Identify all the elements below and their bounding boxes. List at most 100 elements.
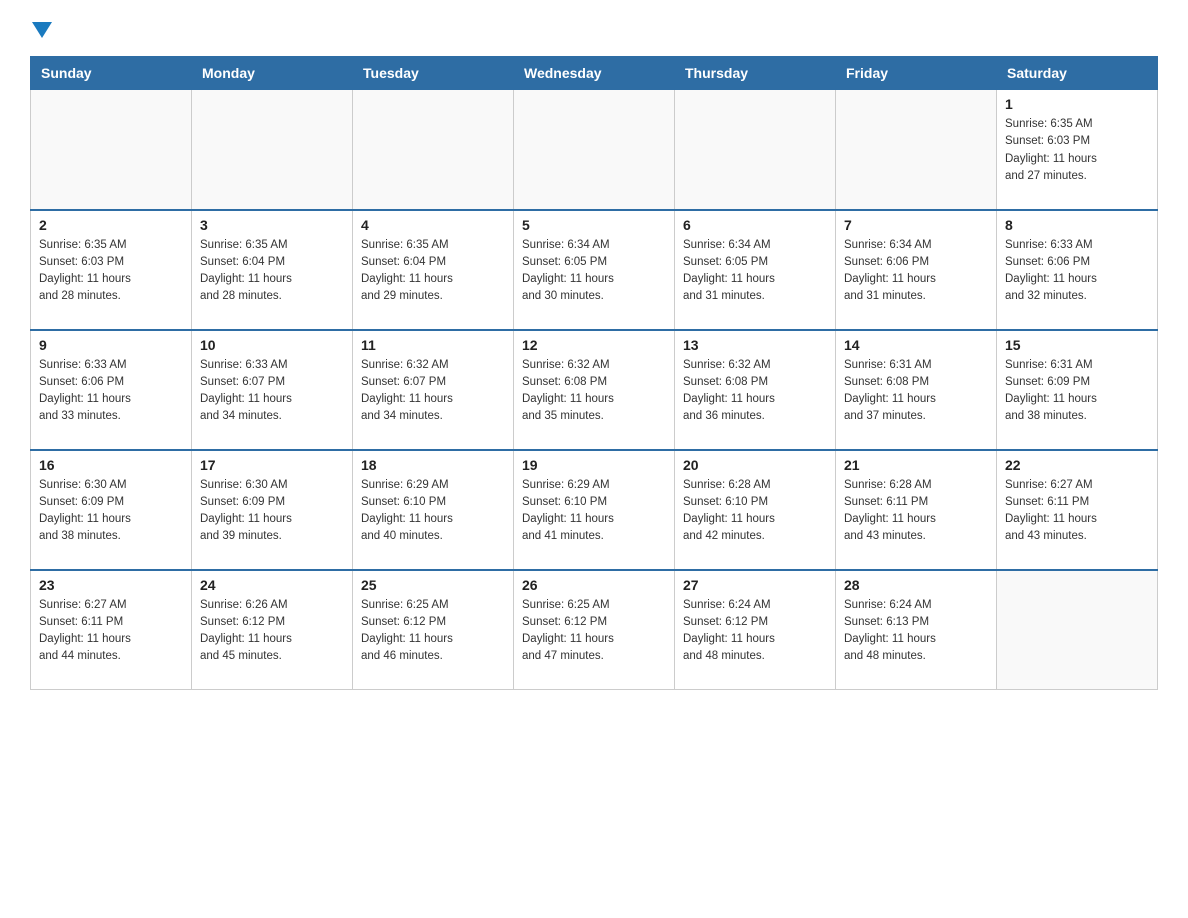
day-info: Sunrise: 6:35 AM Sunset: 6:04 PM Dayligh…: [361, 237, 505, 306]
calendar-cell: 12 Sunrise: 6:32 AM Sunset: 6:08 PM Dayli…: [514, 330, 675, 450]
day-number: 13: [683, 337, 827, 353]
day-info: Sunrise: 6:32 AM Sunset: 6:08 PM Dayligh…: [522, 357, 666, 426]
day-number: 14: [844, 337, 988, 353]
calendar-cell: 1 Sunrise: 6:35 AM Sunset: 6:03 PM Daylig…: [997, 90, 1158, 210]
calendar-cell: 9 Sunrise: 6:33 AM Sunset: 6:06 PM Daylig…: [31, 330, 192, 450]
day-number: 22: [1005, 457, 1149, 473]
weekday-header: Wednesday: [514, 57, 675, 90]
day-number: 27: [683, 577, 827, 593]
calendar-cell: 28 Sunrise: 6:24 AM Sunset: 6:13 PM Dayli…: [836, 570, 997, 690]
calendar-cell: 5 Sunrise: 6:34 AM Sunset: 6:05 PM Daylig…: [514, 210, 675, 330]
calendar-week-row: 1 Sunrise: 6:35 AM Sunset: 6:03 PM Daylig…: [31, 90, 1158, 210]
day-info: Sunrise: 6:33 AM Sunset: 6:06 PM Dayligh…: [39, 357, 183, 426]
calendar-cell: 21 Sunrise: 6:28 AM Sunset: 6:11 PM Dayli…: [836, 450, 997, 570]
calendar-cell: 10 Sunrise: 6:33 AM Sunset: 6:07 PM Dayli…: [192, 330, 353, 450]
calendar-cell: 6 Sunrise: 6:34 AM Sunset: 6:05 PM Daylig…: [675, 210, 836, 330]
day-info: Sunrise: 6:29 AM Sunset: 6:10 PM Dayligh…: [522, 477, 666, 546]
logo-triangle-icon: [32, 22, 52, 38]
day-number: 25: [361, 577, 505, 593]
day-number: 17: [200, 457, 344, 473]
day-number: 3: [200, 217, 344, 233]
day-info: Sunrise: 6:35 AM Sunset: 6:03 PM Dayligh…: [1005, 116, 1149, 185]
day-info: Sunrise: 6:31 AM Sunset: 6:08 PM Dayligh…: [844, 357, 988, 426]
calendar-cell: [192, 90, 353, 210]
calendar-cell: 23 Sunrise: 6:27 AM Sunset: 6:11 PM Dayli…: [31, 570, 192, 690]
day-number: 8: [1005, 217, 1149, 233]
day-number: 5: [522, 217, 666, 233]
day-info: Sunrise: 6:24 AM Sunset: 6:12 PM Dayligh…: [683, 597, 827, 666]
day-number: 28: [844, 577, 988, 593]
calendar-cell: 11Sunrise: 6:32 AM Sunset: 6:07 PM Dayli…: [353, 330, 514, 450]
calendar-cell: 17Sunrise: 6:30 AM Sunset: 6:09 PM Dayli…: [192, 450, 353, 570]
calendar-cell: 27 Sunrise: 6:24 AM Sunset: 6:12 PM Dayli…: [675, 570, 836, 690]
day-number: 12: [522, 337, 666, 353]
day-number: 21: [844, 457, 988, 473]
calendar-cell: 14 Sunrise: 6:31 AM Sunset: 6:08 PM Dayli…: [836, 330, 997, 450]
day-number: 9: [39, 337, 183, 353]
day-number: 16: [39, 457, 183, 473]
day-number: 15: [1005, 337, 1149, 353]
day-info: Sunrise: 6:34 AM Sunset: 6:05 PM Dayligh…: [683, 237, 827, 306]
calendar-week-row: 23 Sunrise: 6:27 AM Sunset: 6:11 PM Dayli…: [31, 570, 1158, 690]
calendar-cell: 7Sunrise: 6:34 AM Sunset: 6:06 PM Daylig…: [836, 210, 997, 330]
day-info: Sunrise: 6:27 AM Sunset: 6:11 PM Dayligh…: [39, 597, 183, 666]
day-info: Sunrise: 6:33 AM Sunset: 6:07 PM Dayligh…: [200, 357, 344, 426]
logo: [30, 20, 52, 36]
calendar-week-row: 2 Sunrise: 6:35 AM Sunset: 6:03 PM Daylig…: [31, 210, 1158, 330]
day-number: 10: [200, 337, 344, 353]
calendar-cell: 19 Sunrise: 6:29 AM Sunset: 6:10 PM Dayli…: [514, 450, 675, 570]
calendar-cell: [353, 90, 514, 210]
calendar-cell: [31, 90, 192, 210]
day-info: Sunrise: 6:25 AM Sunset: 6:12 PM Dayligh…: [522, 597, 666, 666]
day-info: Sunrise: 6:35 AM Sunset: 6:03 PM Dayligh…: [39, 237, 183, 306]
day-info: Sunrise: 6:31 AM Sunset: 6:09 PM Dayligh…: [1005, 357, 1149, 426]
weekday-header: Monday: [192, 57, 353, 90]
calendar-cell: 3 Sunrise: 6:35 AM Sunset: 6:04 PM Daylig…: [192, 210, 353, 330]
day-number: 2: [39, 217, 183, 233]
page-header: [30, 20, 1158, 36]
day-info: Sunrise: 6:27 AM Sunset: 6:11 PM Dayligh…: [1005, 477, 1149, 546]
calendar-cell: 20 Sunrise: 6:28 AM Sunset: 6:10 PM Dayli…: [675, 450, 836, 570]
day-info: Sunrise: 6:30 AM Sunset: 6:09 PM Dayligh…: [39, 477, 183, 546]
day-number: 19: [522, 457, 666, 473]
weekday-header: Saturday: [997, 57, 1158, 90]
day-number: 26: [522, 577, 666, 593]
calendar-cell: 8 Sunrise: 6:33 AM Sunset: 6:06 PM Daylig…: [997, 210, 1158, 330]
day-info: Sunrise: 6:35 AM Sunset: 6:04 PM Dayligh…: [200, 237, 344, 306]
day-number: 18: [361, 457, 505, 473]
day-number: 1: [1005, 96, 1149, 112]
weekday-header: Sunday: [31, 57, 192, 90]
calendar-cell: 2 Sunrise: 6:35 AM Sunset: 6:03 PM Daylig…: [31, 210, 192, 330]
calendar-cell: 16 Sunrise: 6:30 AM Sunset: 6:09 PM Dayli…: [31, 450, 192, 570]
calendar-cell: [675, 90, 836, 210]
day-number: 20: [683, 457, 827, 473]
day-number: 4: [361, 217, 505, 233]
weekday-header: Tuesday: [353, 57, 514, 90]
calendar-cell: 25 Sunrise: 6:25 AM Sunset: 6:12 PM Dayli…: [353, 570, 514, 690]
calendar-cell: 18 Sunrise: 6:29 AM Sunset: 6:10 PM Dayli…: [353, 450, 514, 570]
calendar-header-row: SundayMondayTuesdayWednesdayThursdayFrid…: [31, 57, 1158, 90]
calendar-week-row: 16 Sunrise: 6:30 AM Sunset: 6:09 PM Dayli…: [31, 450, 1158, 570]
day-info: Sunrise: 6:26 AM Sunset: 6:12 PM Dayligh…: [200, 597, 344, 666]
day-number: 6: [683, 217, 827, 233]
calendar-cell: 13Sunrise: 6:32 AM Sunset: 6:08 PM Dayli…: [675, 330, 836, 450]
day-info: Sunrise: 6:28 AM Sunset: 6:11 PM Dayligh…: [844, 477, 988, 546]
calendar-cell: 22 Sunrise: 6:27 AM Sunset: 6:11 PM Dayli…: [997, 450, 1158, 570]
day-info: Sunrise: 6:24 AM Sunset: 6:13 PM Dayligh…: [844, 597, 988, 666]
calendar-cell: [514, 90, 675, 210]
weekday-header: Thursday: [675, 57, 836, 90]
day-info: Sunrise: 6:28 AM Sunset: 6:10 PM Dayligh…: [683, 477, 827, 546]
day-number: 11: [361, 337, 505, 353]
day-info: Sunrise: 6:25 AM Sunset: 6:12 PM Dayligh…: [361, 597, 505, 666]
day-number: 24: [200, 577, 344, 593]
day-info: Sunrise: 6:34 AM Sunset: 6:06 PM Dayligh…: [844, 237, 988, 306]
day-info: Sunrise: 6:34 AM Sunset: 6:05 PM Dayligh…: [522, 237, 666, 306]
day-info: Sunrise: 6:33 AM Sunset: 6:06 PM Dayligh…: [1005, 237, 1149, 306]
calendar-cell: 15 Sunrise: 6:31 AM Sunset: 6:09 PM Dayli…: [997, 330, 1158, 450]
day-number: 23: [39, 577, 183, 593]
calendar-table: SundayMondayTuesdayWednesdayThursdayFrid…: [30, 56, 1158, 690]
calendar-cell: [836, 90, 997, 210]
calendar-cell: [997, 570, 1158, 690]
calendar-cell: 24 Sunrise: 6:26 AM Sunset: 6:12 PM Dayli…: [192, 570, 353, 690]
day-info: Sunrise: 6:29 AM Sunset: 6:10 PM Dayligh…: [361, 477, 505, 546]
